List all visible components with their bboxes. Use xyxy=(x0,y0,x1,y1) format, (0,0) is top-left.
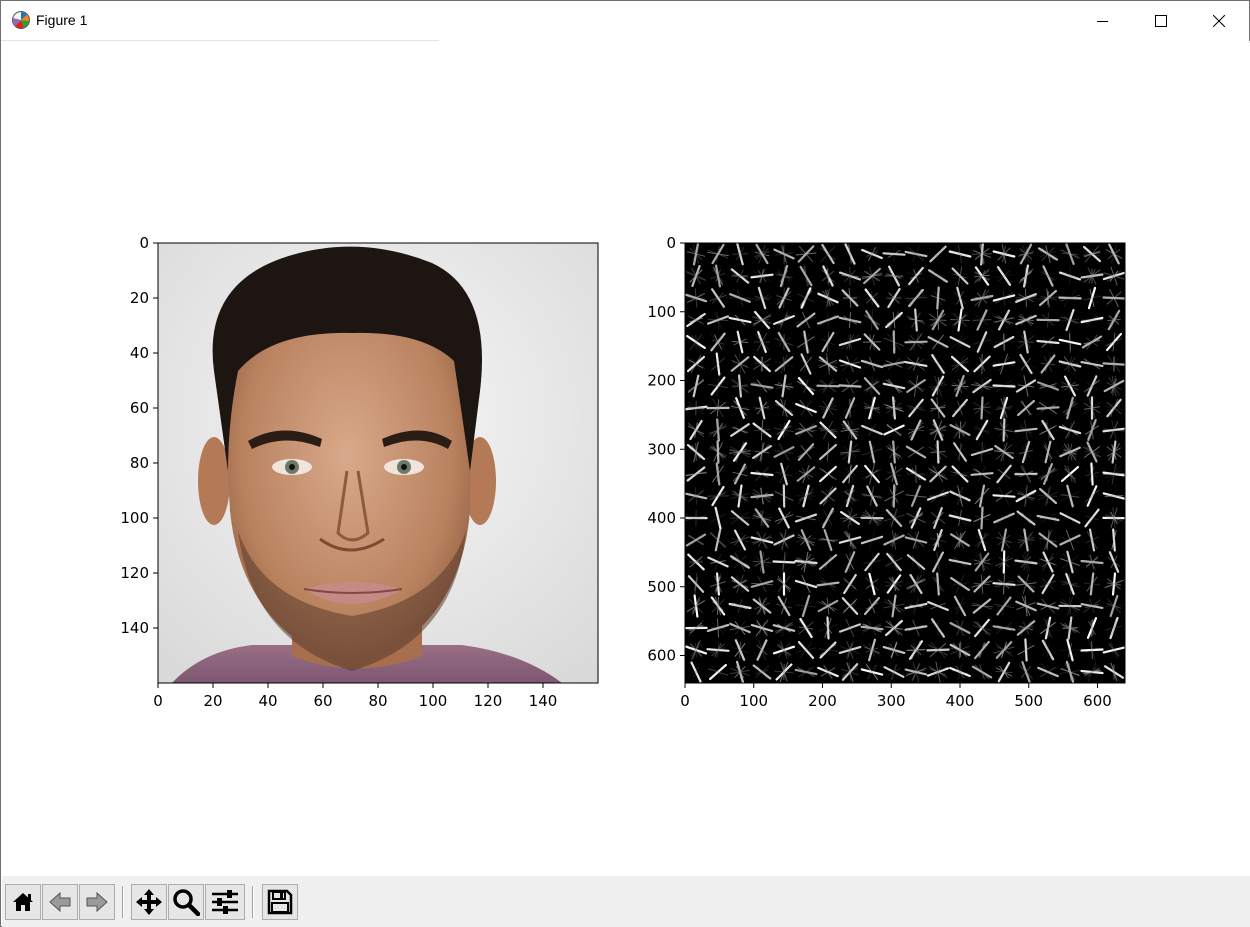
hog-y-tick-label: 300 xyxy=(647,440,676,458)
zoom-button[interactable] xyxy=(168,884,204,920)
home-icon xyxy=(13,893,33,911)
toolbar-separator xyxy=(252,886,254,918)
matplotlib-icon xyxy=(11,10,31,30)
face-x-tick-label: 80 xyxy=(368,692,387,710)
face-x-tick-label: 0 xyxy=(153,692,163,710)
hog-x-tick-label: 400 xyxy=(946,692,975,710)
hog-orientation-stroke xyxy=(843,297,857,299)
hog-y-tick-label: 500 xyxy=(647,578,676,596)
face-x-tick-label: 120 xyxy=(474,692,503,710)
hog-orientation-stroke xyxy=(971,253,993,255)
floppy-disk-icon xyxy=(267,889,293,915)
hog-orientation-stroke xyxy=(732,253,748,255)
figure-window: Figure 1 0 20 40 60 80 100 120 140 0 20 … xyxy=(0,0,1250,927)
home-button[interactable] xyxy=(5,884,41,920)
minimize-icon xyxy=(1097,21,1108,22)
forward-button[interactable] xyxy=(79,884,115,920)
hog-x-tick-label: 0 xyxy=(680,692,690,710)
hog-y-tick-label: 100 xyxy=(647,303,676,321)
hog-x-tick-label: 300 xyxy=(877,692,906,710)
close-button[interactable] xyxy=(1190,1,1248,41)
face-photo xyxy=(158,243,598,683)
figure-canvas[interactable]: 0 20 40 60 80 100 120 140 0 20 40 60 80 100 120 140 0 10… xyxy=(2,41,1250,876)
face-image-axes: 0 20 40 60 80 100 120 140 0 20 40 60 80 100 120 140 xyxy=(120,234,599,710)
figure-svg: 0 20 40 60 80 100 120 140 0 20 40 60 80 100 120 140 0 10… xyxy=(120,234,1126,710)
window-title: Figure 1 xyxy=(36,12,88,28)
back-button[interactable] xyxy=(42,884,78,920)
hog-orientation-stroke xyxy=(1069,266,1071,286)
face-x-tick-label: 20 xyxy=(203,692,222,710)
configure-button[interactable] xyxy=(205,884,245,920)
face-y-tick-label: 40 xyxy=(130,344,149,362)
hog-y-tick-label: 200 xyxy=(647,372,676,390)
arrow-left-icon xyxy=(49,891,71,913)
hog-orientation-stroke xyxy=(1003,332,1005,352)
face-x-tick-label: 60 xyxy=(313,692,332,710)
arrow-right-icon xyxy=(86,891,108,913)
hog-x-tick-label: 100 xyxy=(739,692,768,710)
close-icon xyxy=(1213,15,1225,27)
maximize-icon xyxy=(1155,15,1167,27)
title-bar[interactable]: Figure 1 xyxy=(1,1,1249,41)
hog-visualization xyxy=(685,243,1125,683)
hog-y-tick-label: 400 xyxy=(647,509,676,527)
face-y-tick-label: 60 xyxy=(130,399,149,417)
hog-image-axes: 0 100 200 300 400 500 600 0 100 200 300 400 500 600 xyxy=(647,234,1126,710)
face-x-tick-label: 140 xyxy=(529,692,558,710)
face-y-tick-label: 100 xyxy=(120,509,149,527)
hog-x-tick-label: 500 xyxy=(1014,692,1043,710)
pan-button[interactable] xyxy=(131,884,167,920)
face-y-tick-label: 120 xyxy=(120,564,149,582)
face-y-tick-label: 0 xyxy=(139,234,149,252)
face-y-tick-label: 20 xyxy=(130,289,149,307)
sliders-icon xyxy=(212,890,238,914)
move-icon xyxy=(136,889,162,915)
toolbar-separator xyxy=(122,886,124,918)
face-y-tick-label: 140 xyxy=(120,619,149,637)
minimize-button[interactable] xyxy=(1074,1,1132,41)
hog-x-tick-label: 200 xyxy=(808,692,837,710)
face-x-tick-label: 100 xyxy=(419,692,448,710)
maximize-button[interactable] xyxy=(1132,1,1190,41)
hog-y-tick-label: 0 xyxy=(666,234,676,252)
magnifier-icon xyxy=(173,889,200,916)
navigation-toolbar xyxy=(2,876,1250,927)
save-button[interactable] xyxy=(262,884,298,920)
hog-orientation-stroke xyxy=(695,442,697,462)
face-y-tick-label: 80 xyxy=(130,454,149,472)
hog-x-tick-label: 600 xyxy=(1083,692,1112,710)
hog-y-tick-label: 600 xyxy=(647,647,676,665)
face-x-tick-label: 40 xyxy=(258,692,277,710)
